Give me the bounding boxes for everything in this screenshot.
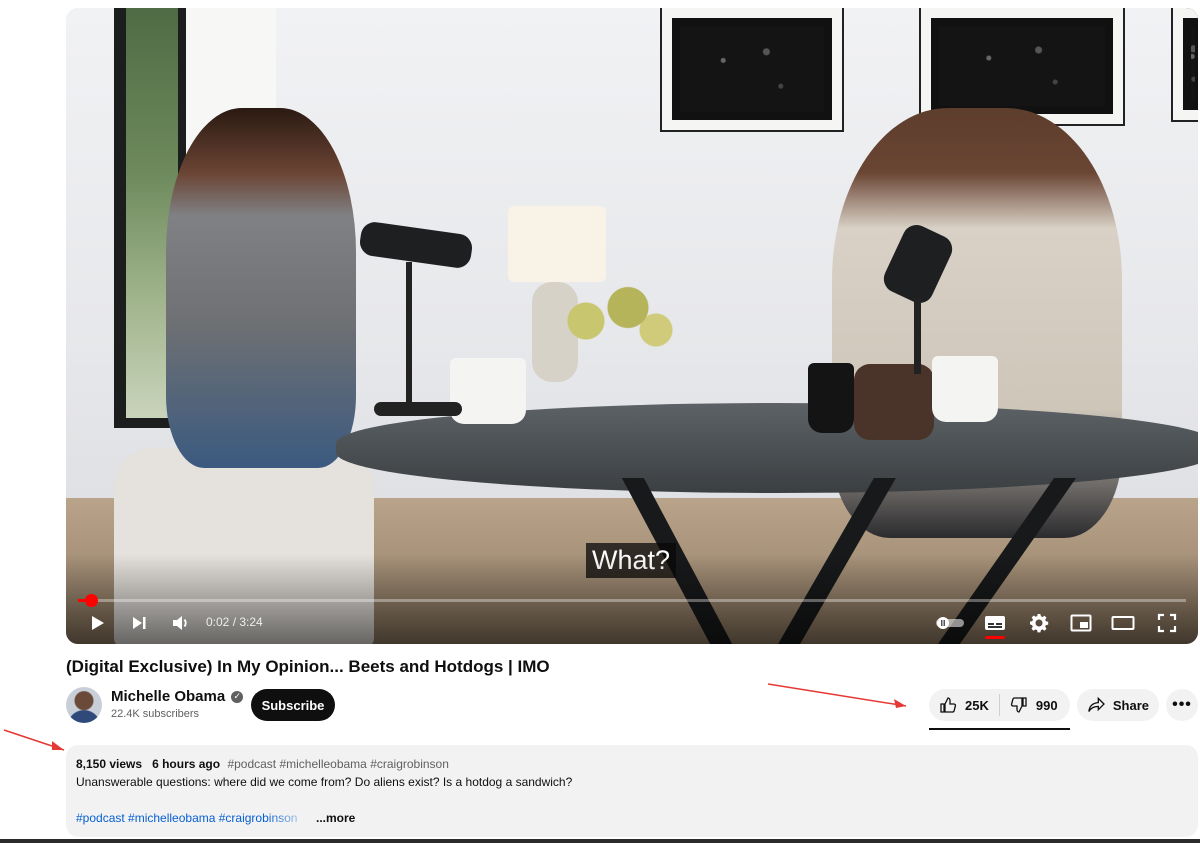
description-fade xyxy=(266,807,314,827)
next-button[interactable] xyxy=(126,610,152,636)
meta-hashtags[interactable]: #podcast #michelleobama #craigrobinson xyxy=(227,757,448,771)
fullscreen-icon xyxy=(1157,613,1177,633)
subscriber-count: 22.4K subscribers xyxy=(111,708,200,720)
miniplayer-icon xyxy=(1070,614,1092,632)
dislike-button[interactable]: 990 xyxy=(1000,689,1068,721)
skip-next-icon xyxy=(133,617,146,629)
annotation-arrow-views xyxy=(3,729,65,751)
channel-avatar[interactable] xyxy=(66,687,102,723)
description-hashtags[interactable]: #podcast #michelleobama #craigrobinson xyxy=(76,811,297,825)
description-box[interactable]: 8,150 views 6 hours ago #podcast #michel… xyxy=(66,745,1198,837)
like-highlight-underline xyxy=(929,728,1070,730)
video-title: (Digital Exclusive) In My Opinion... Bee… xyxy=(66,657,550,676)
thumbs-up-icon xyxy=(940,697,957,713)
autoplay-toggle-icon xyxy=(936,617,964,629)
play-icon xyxy=(92,616,104,630)
subscribe-button[interactable]: Subscribe xyxy=(251,689,335,721)
settings-button[interactable] xyxy=(1026,610,1052,636)
subtitles-active-indicator xyxy=(985,636,1005,639)
channel-name-link[interactable]: Michelle Obama ✓ xyxy=(111,688,244,705)
share-button[interactable]: Share xyxy=(1077,689,1159,721)
dislike-count: 990 xyxy=(1035,697,1058,713)
show-more-button[interactable]: ...more xyxy=(316,811,355,825)
play-button[interactable] xyxy=(84,610,110,636)
description-meta: 8,150 views 6 hours ago #podcast #michel… xyxy=(76,757,449,771)
more-actions-button[interactable]: ••• xyxy=(1166,689,1198,721)
progress-bar[interactable] xyxy=(78,594,1186,607)
autoplay-toggle[interactable] xyxy=(934,610,966,636)
share-label: Share xyxy=(1112,697,1149,713)
video-player[interactable]: What? 0:02 / 3:24 xyxy=(66,8,1198,644)
closed-captions-icon xyxy=(985,616,1005,630)
like-button[interactable]: 25K xyxy=(929,689,999,721)
upload-age: 6 hours ago xyxy=(152,757,221,771)
like-dislike-group: 25K 990 xyxy=(929,689,1070,721)
like-count: 25K xyxy=(965,697,989,713)
theater-mode-icon xyxy=(1111,616,1135,630)
verified-check-icon: ✓ xyxy=(231,690,244,703)
share-icon xyxy=(1088,696,1105,712)
miniplayer-button[interactable] xyxy=(1068,610,1094,636)
subtitles-button[interactable] xyxy=(982,610,1008,639)
volume-icon xyxy=(173,616,187,630)
gear-icon xyxy=(1030,614,1049,633)
fullscreen-button[interactable] xyxy=(1154,610,1180,636)
description-text: Unanswerable questions: where did we com… xyxy=(76,775,573,789)
theater-mode-button[interactable] xyxy=(1110,610,1136,636)
progress-scrubber[interactable] xyxy=(85,594,98,607)
thumbs-down-icon xyxy=(1010,697,1027,713)
bottom-edge xyxy=(0,839,1200,843)
time-display: 0:02 / 3:24 xyxy=(206,615,263,629)
annotation-arrow-likes xyxy=(767,683,907,708)
channel-name: Michelle Obama xyxy=(111,688,226,705)
view-count: 8,150 views xyxy=(76,757,143,771)
volume-button[interactable] xyxy=(168,610,194,636)
